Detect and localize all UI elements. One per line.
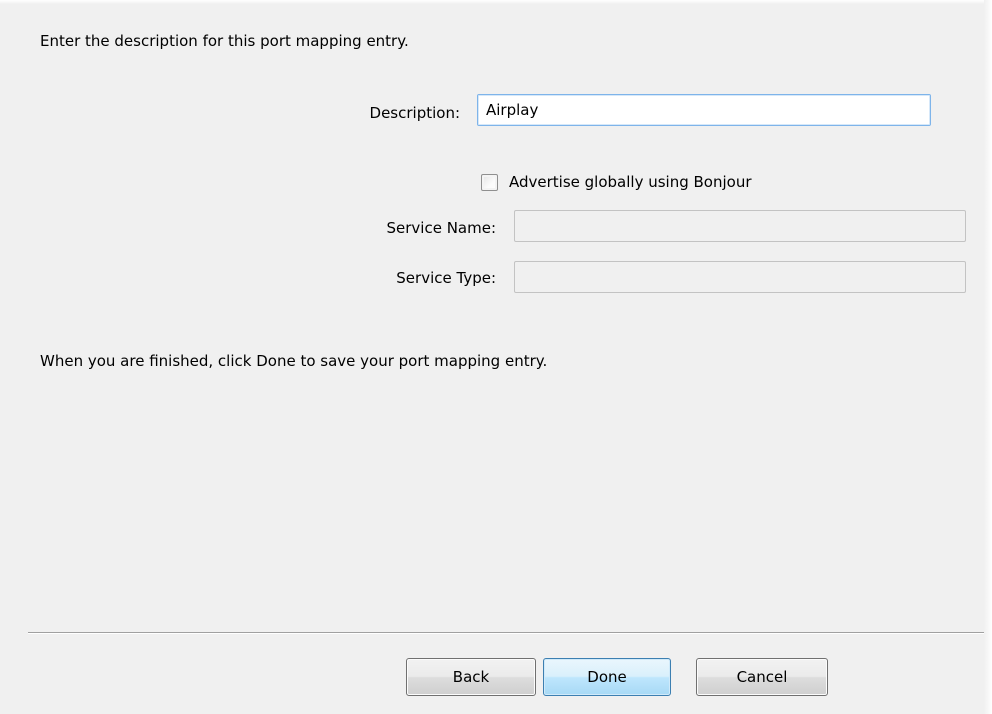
intro-text: Enter the description for this port mapp… [40,32,409,50]
description-input[interactable] [477,94,931,126]
dialog-top-edge [0,0,992,4]
advertise-bonjour-checkbox[interactable] [481,174,498,191]
service-type-input[interactable] [514,261,966,293]
finish-instructions-text: When you are finished, click Done to sav… [40,352,548,370]
back-button[interactable]: Back [406,658,536,696]
service-type-label: Service Type: [396,269,496,287]
port-mapping-dialog: Enter the description for this port mapp… [0,0,992,714]
description-label: Description: [369,104,460,122]
cancel-button[interactable]: Cancel [696,658,828,696]
service-name-label: Service Name: [386,219,496,237]
service-name-input[interactable] [514,210,966,242]
button-separator [28,632,984,634]
dialog-right-edge [984,0,992,714]
done-button[interactable]: Done [543,658,671,696]
advertise-bonjour-label[interactable]: Advertise globally using Bonjour [509,172,752,192]
